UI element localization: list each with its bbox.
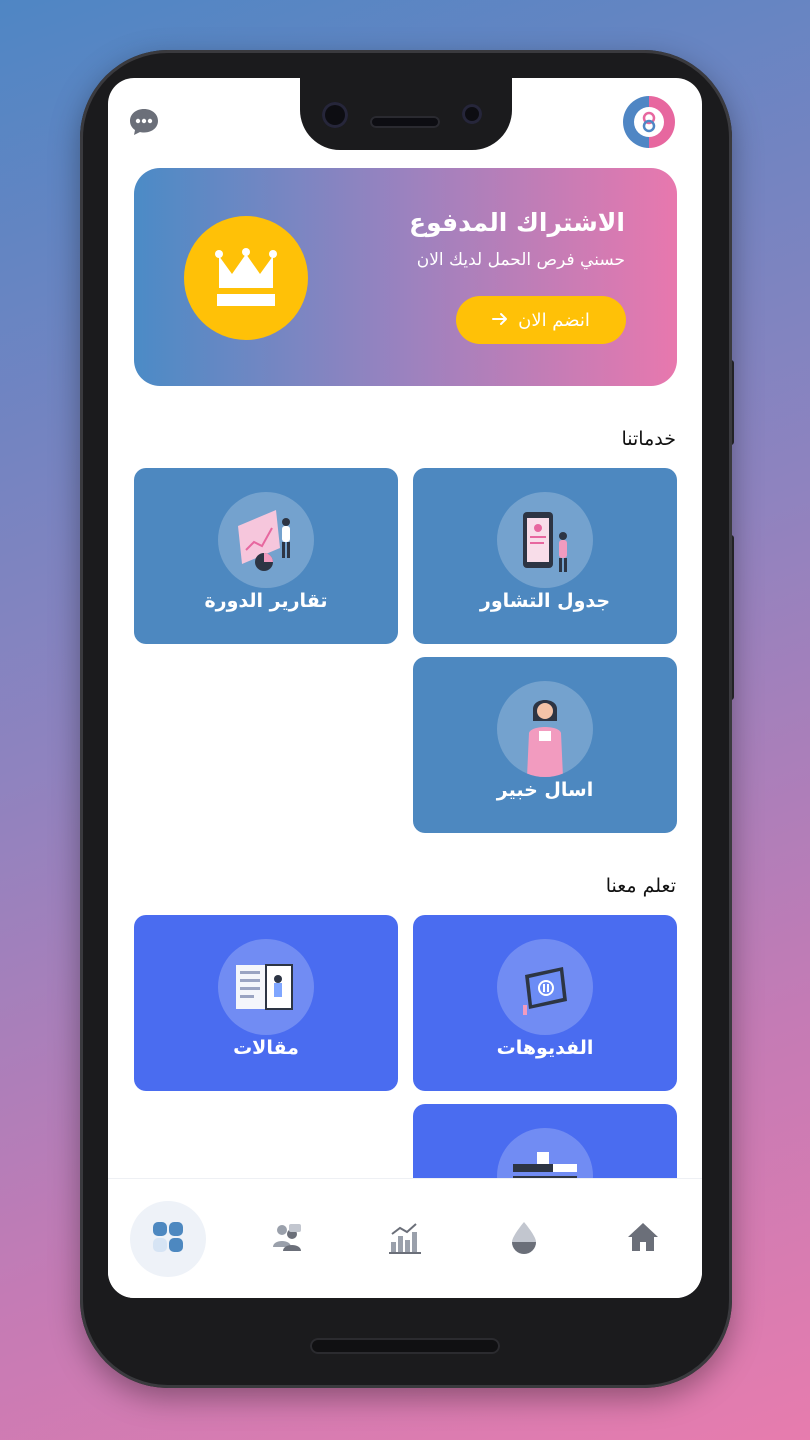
join-now-label: انضم الان <box>518 309 590 331</box>
promo-title: الاشتراك المدفوع <box>409 208 625 237</box>
chart-icon <box>388 1220 422 1258</box>
earpiece-speaker <box>370 116 440 128</box>
bottom-nav <box>108 1178 702 1298</box>
crown-icon <box>184 216 308 340</box>
cycle-reports-illustration <box>218 492 314 588</box>
users-icon <box>271 1221 303 1257</box>
service-card-cycle-reports[interactable]: تقارير الدورة <box>134 468 398 644</box>
service-card-consultation[interactable]: جدول التشاور <box>413 468 677 644</box>
nav-dashboard[interactable] <box>130 1201 206 1277</box>
service-card-ask-expert[interactable]: اسال خبير <box>413 657 677 833</box>
bottom-speaker <box>310 1338 500 1354</box>
home-icon <box>626 1221 660 1257</box>
learn-section-title: تعلم معنا <box>605 875 676 897</box>
chat-bubble-icon[interactable] <box>128 106 160 138</box>
learn-card-videos[interactable]: الفديوهات <box>413 915 677 1091</box>
promo-subtitle: حسني فرص الحمل لديك الان <box>416 250 625 270</box>
service-label: اسال خبير <box>496 779 594 801</box>
drop-icon <box>509 1220 539 1258</box>
services-section-title: خدماتنا <box>621 428 677 450</box>
app-screen: الاشتراك المدفوع حسني فرص الحمل لديك الا… <box>108 78 702 1298</box>
service-label: تقارير الدورة <box>204 590 328 612</box>
videos-illustration <box>497 939 593 1035</box>
grid-icon <box>151 1220 185 1258</box>
learn-label: الفديوهات <box>496 1037 594 1059</box>
nav-stats[interactable] <box>367 1201 443 1277</box>
camera-notch <box>300 78 512 150</box>
app-logo-icon <box>623 96 675 148</box>
join-now-button[interactable]: انضم الان <box>456 296 626 344</box>
learn-label: مقالات <box>233 1037 299 1059</box>
front-sensor <box>462 104 482 124</box>
arrow-right-icon <box>492 310 508 331</box>
articles-illustration <box>218 939 314 1035</box>
nav-cycle[interactable] <box>486 1201 562 1277</box>
nav-home[interactable] <box>605 1201 681 1277</box>
ask-expert-illustration <box>497 681 593 777</box>
consultation-schedule-illustration <box>497 492 593 588</box>
service-label: جدول التشاور <box>479 590 611 612</box>
learn-card-articles[interactable]: مقالات <box>134 915 398 1091</box>
subscription-banner[interactable]: الاشتراك المدفوع حسني فرص الحمل لديك الا… <box>134 168 677 386</box>
front-camera <box>322 102 348 128</box>
nav-community[interactable] <box>249 1201 325 1277</box>
